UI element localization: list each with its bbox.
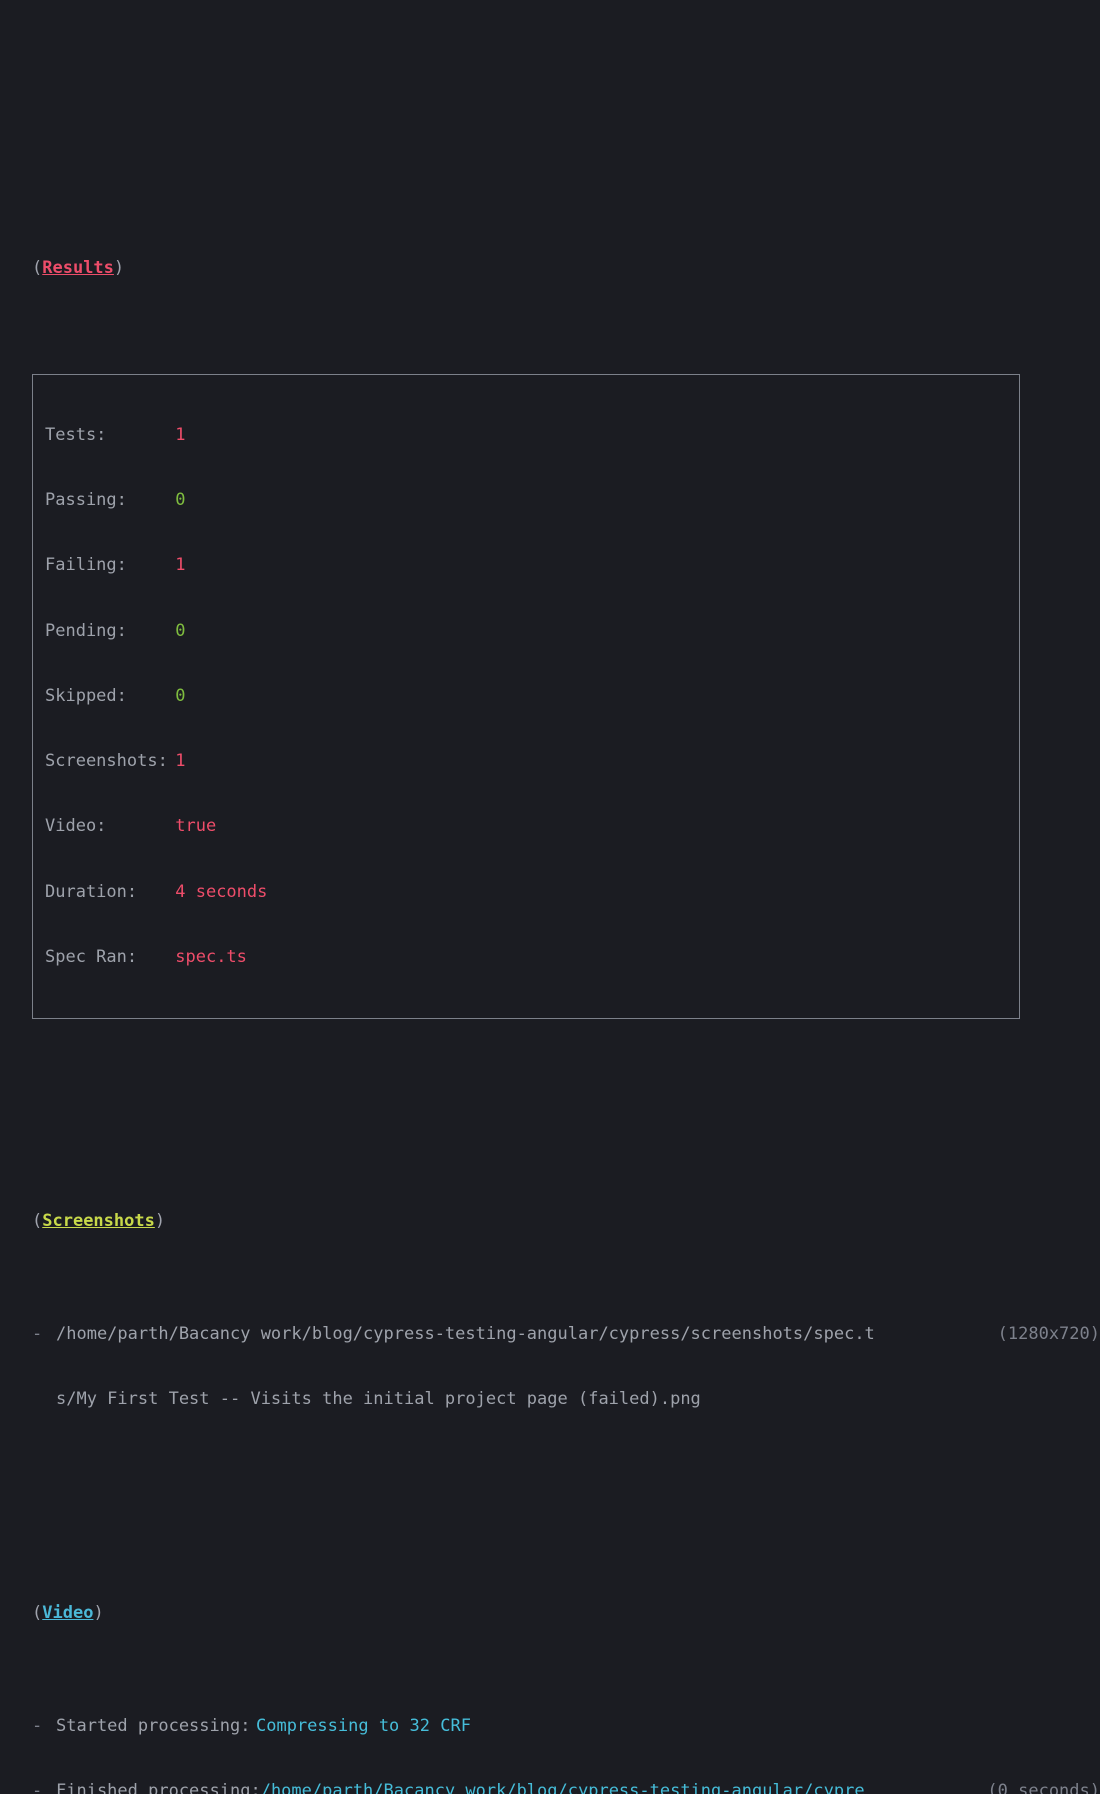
results-duration: Duration: 4 seconds: [45, 882, 1007, 904]
results-skipped: Skipped: 0: [45, 686, 1007, 708]
video-started: -Started processing:Compressing to 32 CR…: [0, 1716, 1100, 1738]
screenshots-header: (Screenshots): [0, 1211, 1100, 1233]
video-header: (Video): [0, 1603, 1100, 1625]
screenshot-item-line2: s/My First Test -- Visits the initial pr…: [0, 1389, 1100, 1411]
results-header: (Results): [0, 258, 1100, 280]
results-pending: Pending: 0: [45, 621, 1007, 643]
results-tests: Tests: 1: [45, 425, 1007, 447]
results-passing: Passing: 0: [45, 490, 1007, 512]
results-video: Video: true: [45, 816, 1007, 838]
results-failing: Failing: 1: [45, 555, 1007, 577]
terminal-output: (Results) Tests: 1 Passing: 0 Failing: 1…: [0, 87, 1100, 1794]
video-finished: -Finished processing:/home/parth/Bacancy…: [0, 1781, 1100, 1794]
results-screenshots: Screenshots: 1: [45, 751, 1007, 773]
results-box: Tests: 1 Passing: 0 Failing: 1 Pending: …: [32, 374, 1020, 1019]
screenshot-item: -/home/parth/Bacancy work/blog/cypress-t…: [0, 1324, 1100, 1346]
results-spec-ran: Spec Ran: spec.ts: [45, 947, 1007, 969]
